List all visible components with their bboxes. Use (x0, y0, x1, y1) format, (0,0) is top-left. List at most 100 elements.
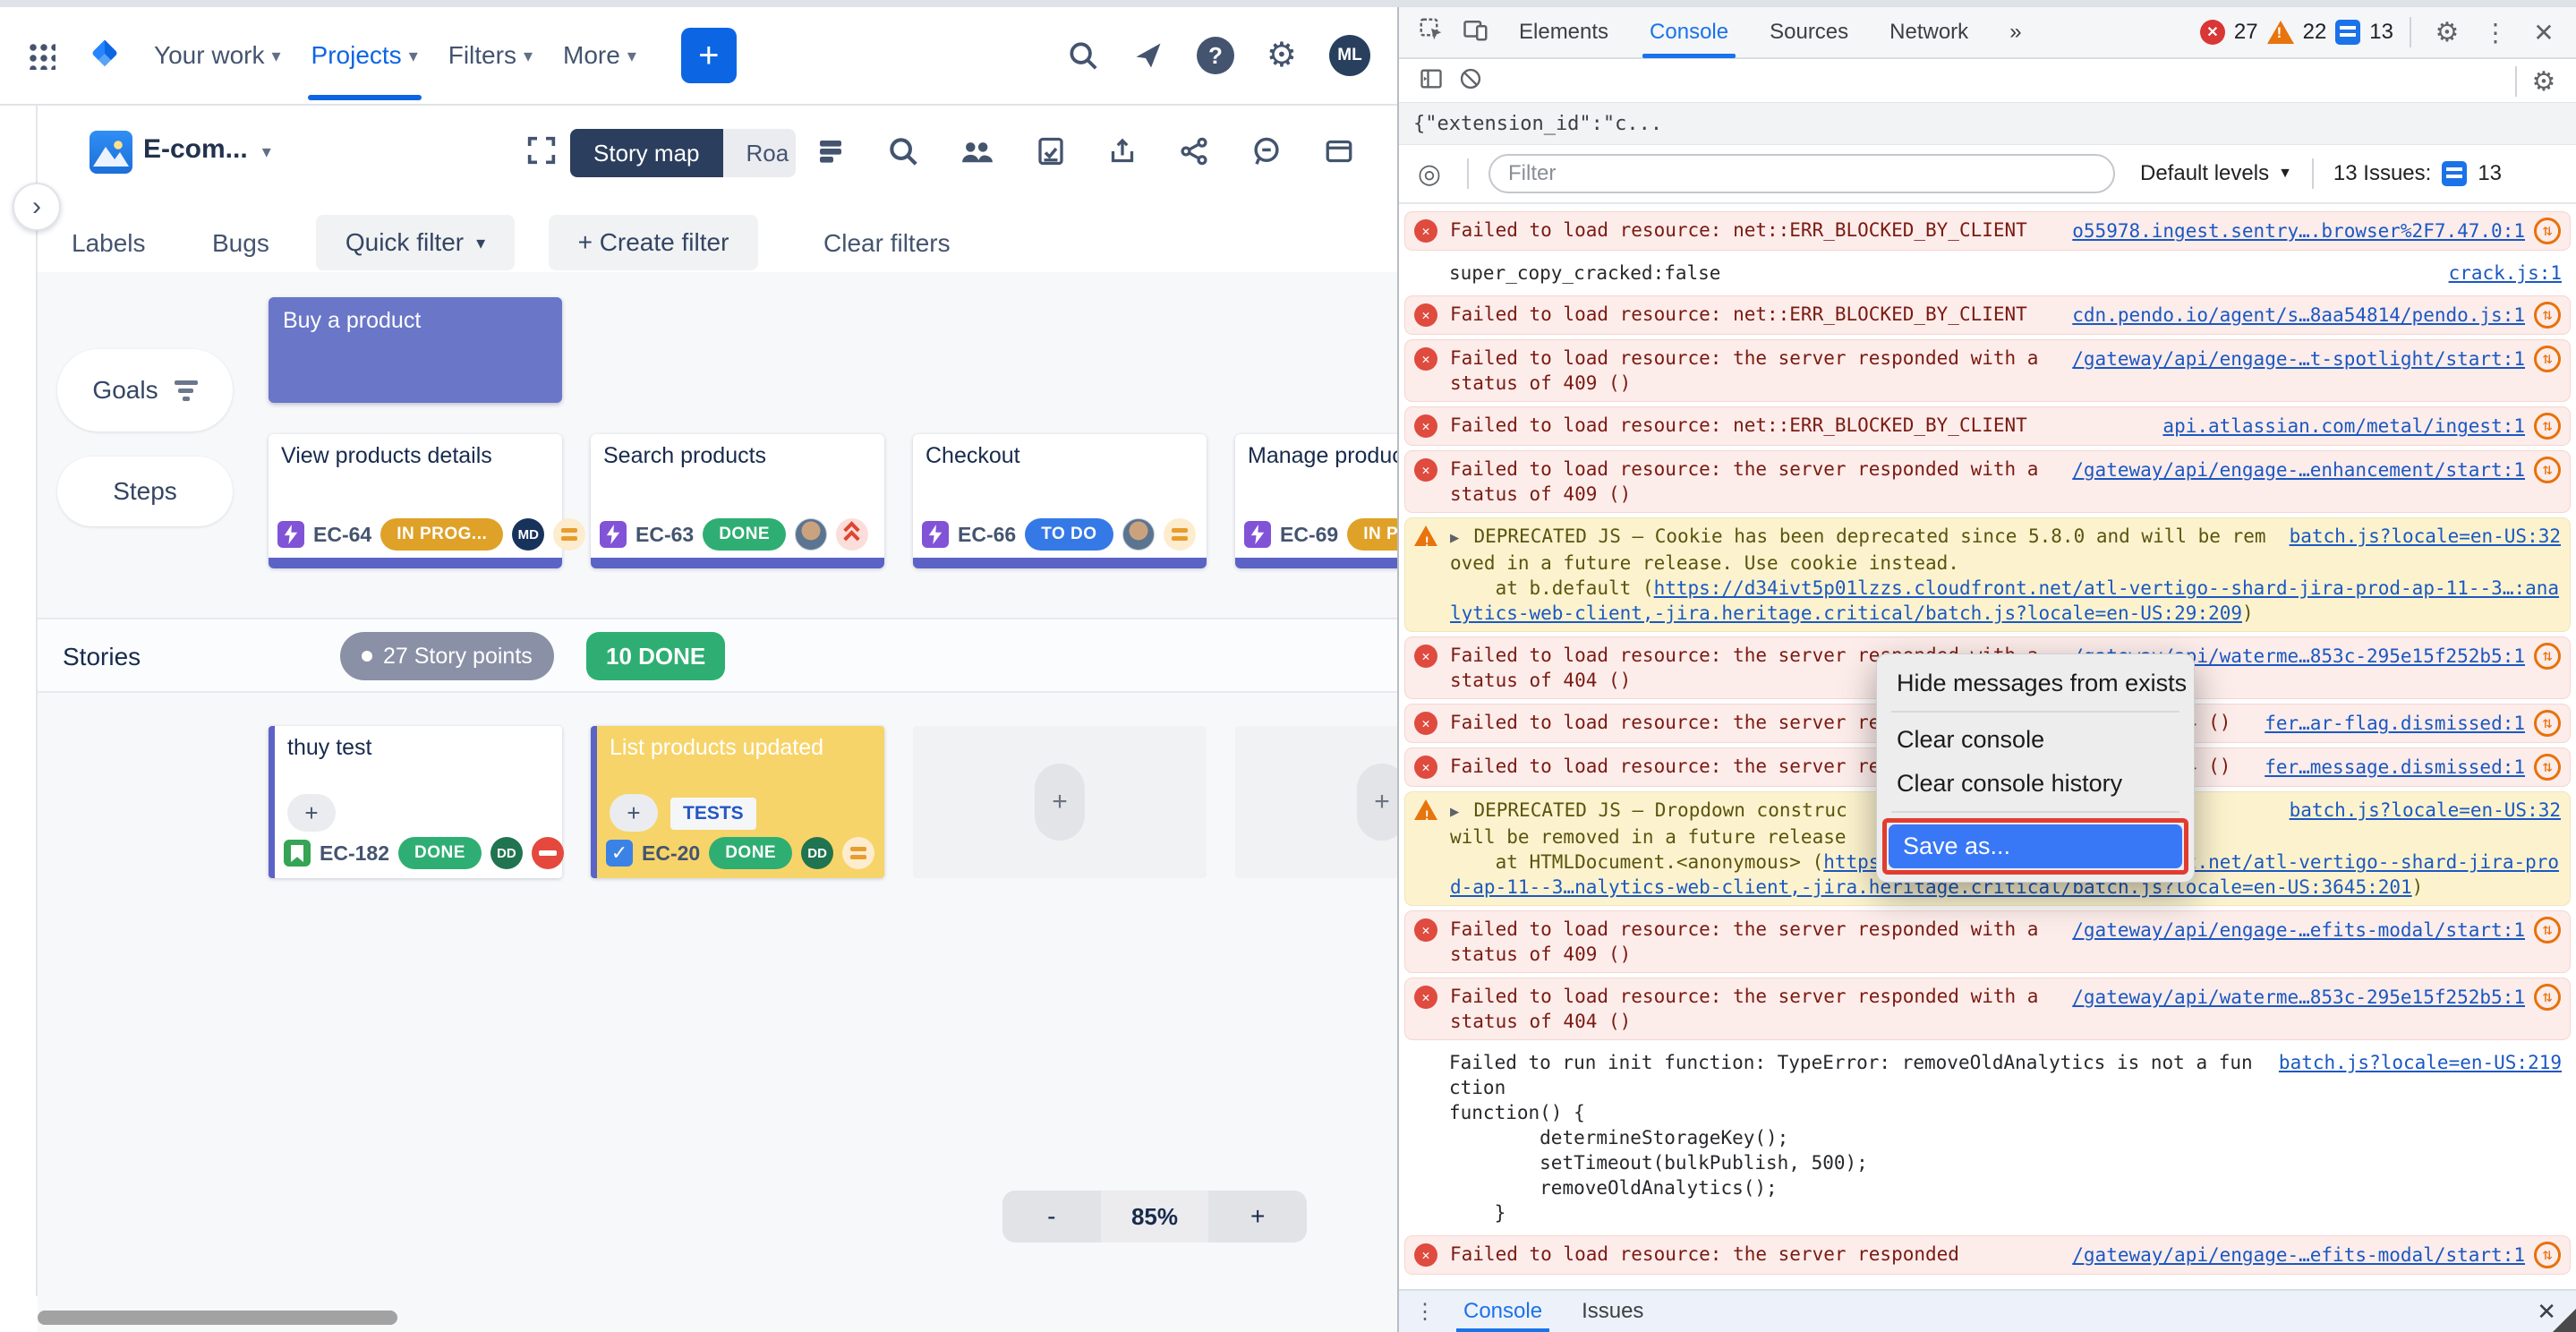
console-settings-icon[interactable]: ⚙ (2524, 66, 2563, 98)
issue-key[interactable]: EC-69 (1280, 523, 1338, 547)
expand-arrow-icon[interactable]: ▶ (1450, 803, 1468, 821)
tab-story-map[interactable]: Story map (570, 129, 723, 177)
menu-item[interactable]: Hide messages from exists (1882, 662, 2188, 705)
feedback-icon[interactable] (1250, 134, 1284, 168)
nav-more[interactable]: More▾ (563, 41, 636, 70)
issues-counter[interactable]: 13 Issues: 13 (2333, 161, 2502, 186)
error-badge-icon[interactable]: ✕ (2200, 20, 2225, 45)
log-levels-dropdown[interactable]: Default levels▼ (2140, 161, 2292, 186)
story-card[interactable]: List products updated+TESTSEC-20DONEDD (591, 726, 884, 878)
issue-key[interactable]: EC-64 (313, 523, 371, 547)
status-badge[interactable]: IN PROG... (1347, 518, 1397, 551)
source-link[interactable]: crack.js:1 (2449, 260, 2562, 286)
add-story-button[interactable]: + (1357, 764, 1397, 841)
quick-filter-button[interactable]: Quick filter▾ (316, 215, 515, 270)
search-icon[interactable] (1066, 38, 1100, 73)
menu-item[interactable]: Clear console (1882, 718, 2188, 762)
rows-icon[interactable] (815, 135, 847, 167)
goals-row-label[interactable]: Goals (57, 349, 233, 431)
status-badge[interactable]: TO DO (1025, 518, 1113, 551)
steps-row-label[interactable]: Steps (57, 457, 233, 526)
status-badge[interactable]: DONE (703, 518, 786, 551)
filter-bugs[interactable]: Bugs (212, 215, 269, 272)
devtools-close-icon[interactable]: ✕ (2524, 18, 2563, 47)
settings-gear-icon[interactable]: ⚙ (1267, 38, 1297, 73)
issue-key[interactable]: EC-20 (642, 841, 700, 866)
eval-preview-bar[interactable]: {"extension_id":"c... (1399, 102, 2576, 145)
story-placeholder[interactable]: + (1235, 726, 1397, 878)
clear-console-icon[interactable] (1451, 66, 1490, 98)
status-badge[interactable]: IN PROG... (380, 518, 503, 551)
filter-labels[interactable]: Labels (72, 215, 146, 272)
device-toolbar-icon[interactable] (1456, 16, 1496, 49)
warning-badge-icon[interactable] (2267, 21, 2294, 44)
add-story-button[interactable]: + (1035, 764, 1085, 841)
source-link[interactable]: api.atlassian.com/metal/ingest:1 (2162, 414, 2525, 439)
source-link[interactable]: fer…ar-flag.dismissed:1 (2265, 711, 2525, 736)
source-link[interactable]: /gateway/api/waterme…853c-295e15f252b5:1 (2072, 985, 2525, 1010)
tab-console[interactable]: Console (1632, 6, 1746, 58)
nav-projects[interactable]: Projects▾ (311, 41, 418, 70)
menu-item[interactable]: Clear console history (1882, 762, 2188, 806)
app-switcher-icon[interactable] (27, 41, 55, 70)
live-expression-icon[interactable]: ◎ (1412, 158, 1447, 190)
nav-your-work[interactable]: Your work▾ (154, 41, 281, 70)
card-layout-icon[interactable] (1323, 135, 1355, 167)
add-label-button[interactable]: + (610, 794, 658, 832)
inspect-element-icon[interactable] (1412, 16, 1451, 49)
devtools-settings-icon[interactable]: ⚙ (2427, 17, 2467, 48)
issue-key[interactable]: EC-66 (958, 523, 1016, 547)
drawer-menu-icon[interactable]: ⋮ (1410, 1299, 1440, 1325)
user-avatar[interactable]: ML (1329, 35, 1370, 76)
status-badge[interactable]: DONE (709, 837, 792, 869)
project-avatar[interactable] (90, 131, 132, 174)
source-link[interactable]: /gateway/api/engage-…efits-modal/start:1 (2072, 1242, 2525, 1268)
help-icon[interactable]: ? (1197, 37, 1234, 74)
project-name[interactable]: E-com...▾ (143, 134, 271, 165)
story-card[interactable]: thuy test+EC-182DONEDD (269, 726, 562, 878)
create-filter-button[interactable]: + Create filter (549, 215, 758, 270)
drawer-tab-issues[interactable]: Issues (1565, 1290, 1659, 1332)
share-icon[interactable] (1178, 135, 1210, 167)
tab-network[interactable]: Network (1872, 6, 1986, 58)
zoom-in-button[interactable]: + (1208, 1191, 1307, 1242)
tab-elements[interactable]: Elements (1501, 6, 1626, 58)
nav-filters[interactable]: Filters▾ (448, 41, 533, 70)
add-label-button[interactable]: + (287, 794, 336, 832)
issue-key[interactable]: EC-182 (320, 841, 389, 866)
jira-logo[interactable] (86, 37, 124, 74)
notifications-icon[interactable] (1132, 39, 1164, 72)
expand-sidebar-button[interactable]: › (13, 183, 61, 231)
assignee-avatar[interactable] (795, 518, 827, 551)
step-card[interactable]: Search productsEC-63DONE (591, 434, 884, 568)
fullscreen-icon[interactable] (524, 132, 563, 172)
source-link[interactable]: cdn.pendo.io/agent/s…8aa54814/pendo.js:1 (2072, 303, 2525, 328)
more-tabs-icon[interactable]: » (1992, 6, 2039, 58)
assignee-avatar[interactable]: MD (512, 518, 544, 551)
zoom-out-button[interactable]: - (1002, 1191, 1101, 1242)
insights-icon[interactable] (1035, 135, 1067, 167)
assignee-avatar[interactable] (1122, 518, 1155, 551)
tab-sources[interactable]: Sources (1752, 6, 1866, 58)
devtools-menu-icon[interactable]: ⋮ (2476, 18, 2515, 47)
tab-roadmap[interactable]: Roa (723, 129, 797, 177)
create-button[interactable]: + (681, 28, 737, 83)
expand-arrow-icon[interactable]: ▶ (1450, 529, 1468, 547)
console-filter-input[interactable] (1488, 154, 2115, 193)
horizontal-scrollbar[interactable] (38, 1311, 397, 1325)
story-placeholder[interactable]: + (913, 726, 1207, 878)
status-badge[interactable]: DONE (398, 837, 482, 869)
step-card[interactable]: Manage productsEC-69IN PROG... (1235, 434, 1397, 568)
source-link[interactable]: o55978.ingest.sentry….browser%2F7.47.0:1 (2072, 218, 2525, 243)
assignee-avatar[interactable]: DD (801, 837, 833, 869)
goal-card[interactable]: Buy a product (269, 297, 562, 403)
source-link[interactable]: /gateway/api/engage-…enhancement/start:1 (2072, 457, 2525, 482)
assignee-avatar[interactable]: DD (490, 837, 523, 869)
issue-key[interactable]: EC-63 (635, 523, 694, 547)
source-link[interactable]: batch.js?locale=en-US:32 (2290, 798, 2561, 823)
menu-item-save-as[interactable]: Save as... (1889, 824, 2182, 868)
board-search-icon[interactable] (886, 134, 920, 168)
label-chip[interactable]: TESTS (670, 798, 756, 830)
source-link[interactable]: /gateway/api/engage-…t-spotlight/start:1 (2072, 346, 2525, 371)
source-link[interactable]: batch.js?locale=en-US:32 (2290, 524, 2561, 549)
